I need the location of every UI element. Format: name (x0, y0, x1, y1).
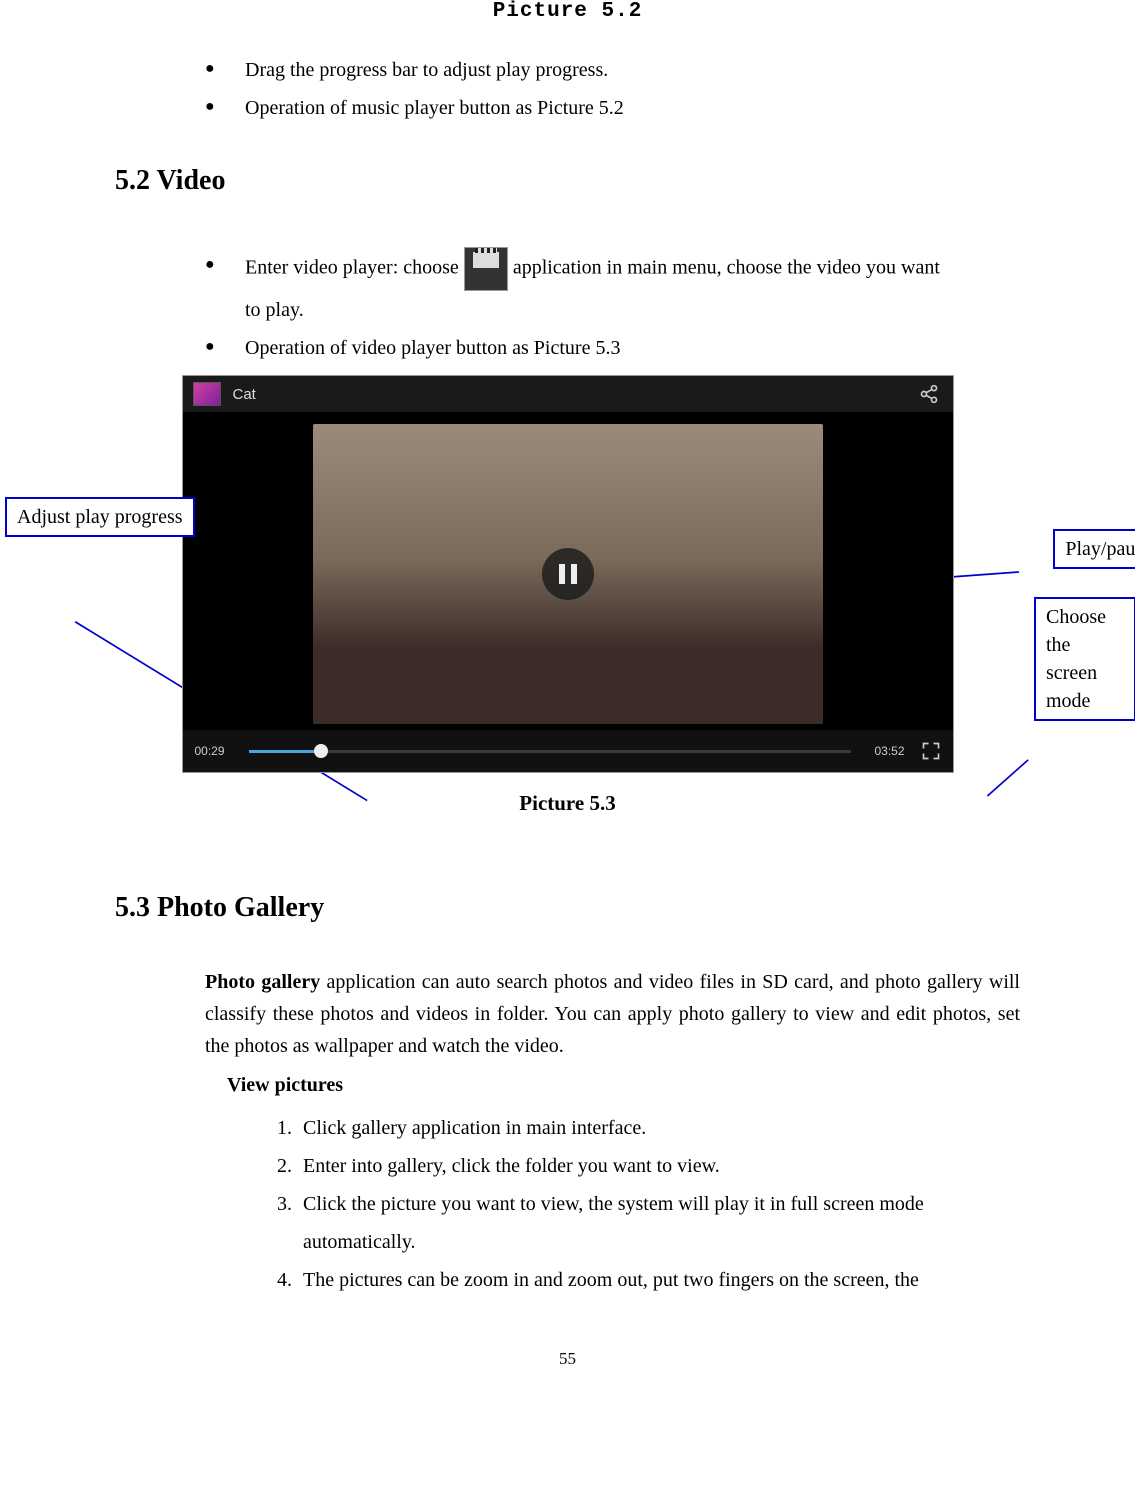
video-frame-area (183, 412, 953, 736)
video-top-bar: Cat (183, 376, 953, 412)
step-3: Click the picture you want to view, the … (297, 1185, 1020, 1261)
callout-screen-mode: Choose the screen mode (1034, 597, 1135, 721)
bullet-music-operation: Operation of music player button as Pict… (205, 89, 1020, 127)
step-1: Click gallery application in main interf… (297, 1109, 1020, 1147)
bullet-drag-progress: Drag the progress bar to adjust play pro… (205, 51, 1020, 89)
gallery-back-icon[interactable] (193, 382, 221, 406)
progress-bar[interactable] (249, 750, 851, 753)
video-player-screenshot: Cat 00:29 03:52 (182, 375, 954, 773)
step-4: The pictures can be zoom in and zoom out… (297, 1261, 1020, 1299)
music-player-bullets: Drag the progress bar to adjust play pro… (115, 51, 1020, 127)
video-figure-wrap: Adjust play progress Play/pause Choose t… (115, 375, 1020, 773)
progress-thumb[interactable] (314, 744, 328, 758)
play-pause-button[interactable] (542, 548, 594, 600)
screen-mode-icon[interactable] (921, 741, 941, 761)
time-current: 00:29 (195, 744, 235, 758)
subhead-view-pictures: View pictures (227, 1074, 1020, 1097)
video-player-app-icon (464, 247, 508, 291)
heading-5-2-video: 5.2 Video (115, 165, 1020, 197)
time-total: 03:52 (865, 744, 905, 758)
view-pictures-steps: Click gallery application in main interf… (205, 1109, 1020, 1299)
text-after-icon: application in main menu, choose the vid… (513, 257, 940, 279)
gallery-name-bold: Photo gallery (205, 971, 320, 993)
page-number: 55 (115, 1349, 1020, 1369)
bullet-continue: to play. (245, 291, 1020, 329)
video-title: Cat (233, 386, 256, 403)
callout-play-pause: Play/pause (1053, 529, 1135, 569)
video-bottom-bar: 00:29 03:52 (183, 730, 953, 772)
gallery-intro-paragraph: Photo gallery application can auto searc… (205, 966, 1020, 1062)
step-2: Enter into gallery, click the folder you… (297, 1147, 1020, 1185)
figure-caption-5-2: Picture 5.2 (115, 0, 1020, 23)
bullet-video-operation: Operation of video player button as Pict… (205, 329, 1020, 367)
text-before-icon: Enter video player: choose (245, 257, 464, 279)
callout-adjust-progress: Adjust play progress (5, 497, 195, 537)
share-icon[interactable] (919, 384, 939, 404)
heading-5-3-gallery: 5.3 Photo Gallery (115, 892, 1020, 924)
figure-caption-5-3: Picture 5.3 (115, 791, 1020, 816)
gallery-intro-text: application can auto search photos and v… (205, 971, 1020, 1057)
bullet-enter-video-player: Enter video player: choose application i… (205, 247, 1020, 329)
